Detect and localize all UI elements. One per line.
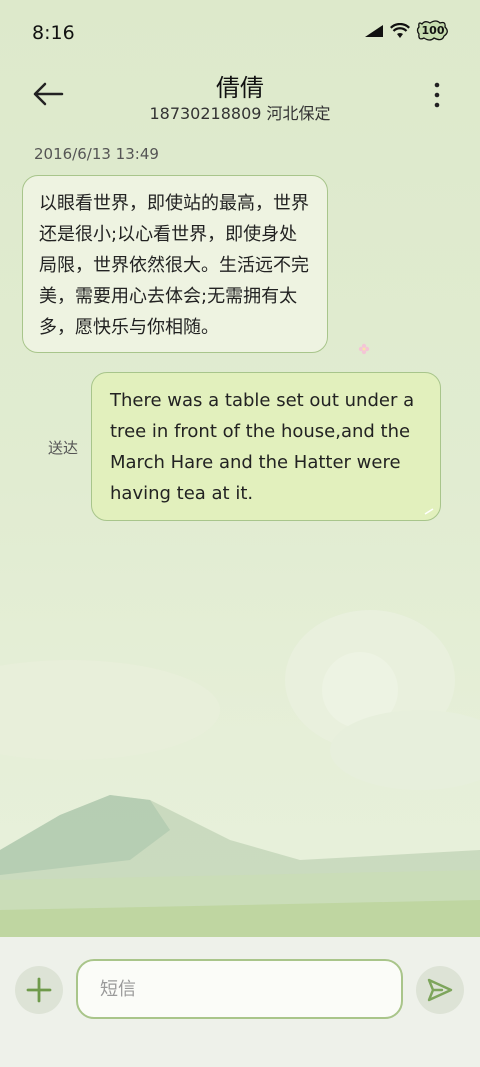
outgoing-message-bubble[interactable]: There was a table set out under a tree i…: [91, 372, 441, 521]
delivery-status: 送达: [48, 439, 79, 457]
flower-decoration-icon: [358, 343, 370, 355]
contact-info: 18730218809 河北保定: [149, 104, 331, 123]
more-vert-icon: [434, 82, 440, 108]
send-icon: [427, 978, 453, 1002]
status-bar: 8:16 100: [0, 0, 480, 66]
plus-icon: [26, 977, 52, 1003]
incoming-message-bubble[interactable]: 以眼看世界，即使站的最高，世界还是很小;以心看世界，即使身处局限，世界依然很大。…: [22, 175, 328, 353]
add-attachment-button[interactable]: [15, 966, 63, 1014]
sms-input[interactable]: [76, 959, 403, 1019]
status-icons: 100: [364, 20, 450, 42]
composer-bar: [0, 937, 480, 1067]
contact-name: 倩倩: [216, 74, 264, 102]
outgoing-message-text: There was a table set out under a tree i…: [110, 390, 415, 504]
message-timestamp: 2016/6/13 13:49: [34, 145, 159, 163]
wifi-icon: [390, 23, 410, 38]
status-time: 8:16: [32, 22, 75, 44]
send-button[interactable]: [416, 966, 464, 1014]
bubble-tail-icon: [424, 508, 434, 515]
battery-level: 100: [421, 24, 445, 37]
background-scenery: [0, 610, 480, 940]
more-options-button[interactable]: [430, 78, 444, 112]
conversation-header: 倩倩 18730218809 河北保定: [0, 66, 480, 128]
signal-icon: [365, 25, 383, 37]
battery-icon: 100: [416, 20, 450, 42]
